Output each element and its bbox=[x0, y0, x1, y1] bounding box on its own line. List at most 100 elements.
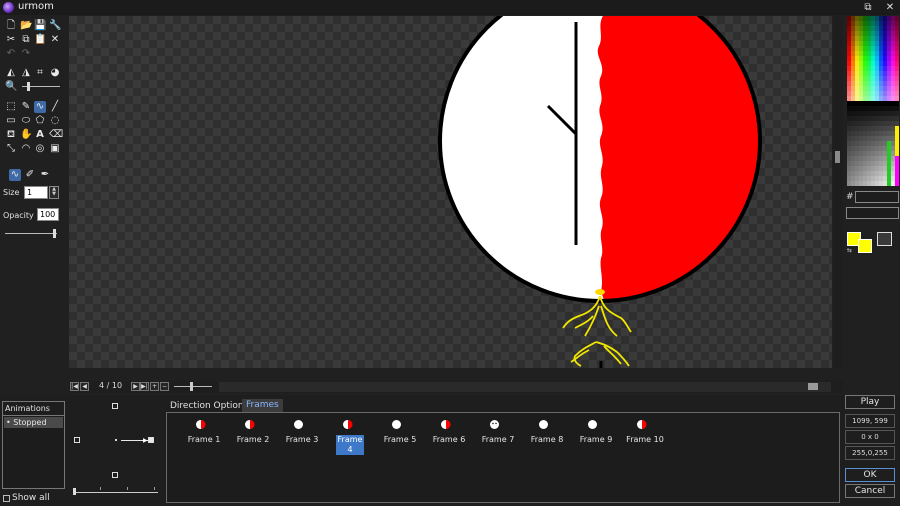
speed-slider-knob[interactable] bbox=[73, 488, 76, 495]
redo-icon[interactable]: ↷ bbox=[20, 48, 32, 60]
show-all-checkbox[interactable] bbox=[3, 495, 10, 502]
frame-item[interactable]: Frame 7 bbox=[475, 417, 521, 447]
add-frame-button[interactable]: + bbox=[150, 382, 159, 391]
frame-item[interactable]: Frame 6 bbox=[426, 417, 472, 447]
play-button[interactable]: Play bbox=[845, 395, 895, 409]
zoom-slider-knob[interactable] bbox=[27, 82, 30, 91]
opacity-slider-track[interactable] bbox=[5, 233, 57, 234]
speed-slider-tick bbox=[154, 487, 155, 490]
frame-label: Frame 10 bbox=[626, 435, 664, 444]
swap-colors-icon[interactable]: ⇆ bbox=[847, 247, 852, 254]
frame-label: Frame 2 bbox=[236, 435, 270, 444]
frame-item[interactable]: Frame 8 bbox=[524, 417, 570, 447]
speed-slider-tick bbox=[100, 487, 101, 490]
fill-bucket-icon[interactable]: ⛾ bbox=[5, 129, 17, 141]
polygon-icon[interactable]: ⬠ bbox=[34, 115, 46, 127]
timeline-nav-row: |◀ ◀ 4 / 10 ▶ ▶| + − bbox=[69, 381, 843, 393]
cut-icon[interactable]: ✂ bbox=[5, 34, 17, 46]
eraser-icon[interactable]: ⌫ bbox=[49, 129, 63, 141]
frame-item[interactable]: Frame 1 bbox=[181, 417, 227, 447]
delete-icon[interactable]: ✕ bbox=[49, 34, 61, 46]
cancel-button[interactable]: Cancel bbox=[845, 484, 895, 498]
color-name-input[interactable] bbox=[846, 207, 899, 219]
direction-handle-left[interactable] bbox=[74, 437, 80, 443]
target-icon[interactable]: ◎ bbox=[34, 143, 46, 155]
copy-icon[interactable]: ⧉ bbox=[20, 34, 32, 46]
first-frame-button[interactable]: |◀ bbox=[70, 382, 79, 391]
color-palette[interactable] bbox=[847, 16, 899, 186]
timeline-zoom-knob[interactable] bbox=[190, 382, 193, 391]
frame-thumbnail bbox=[637, 420, 647, 429]
ok-button[interactable]: OK bbox=[845, 468, 895, 482]
new-file-icon[interactable]: 🗋 bbox=[5, 20, 17, 32]
zoom-icon[interactable]: 🔍 bbox=[5, 81, 17, 93]
restore-icon[interactable]: ⧉ bbox=[861, 1, 875, 14]
tab-direction-options[interactable]: Direction Options bbox=[170, 401, 248, 411]
lasso-icon[interactable]: ◌ bbox=[49, 115, 61, 127]
direction-handle-down[interactable] bbox=[112, 472, 118, 478]
frame-item[interactable]: Frame 3 bbox=[279, 417, 325, 447]
next-frame-button[interactable]: ▶ bbox=[131, 382, 140, 391]
flip-icon[interactable]: ◭ bbox=[5, 67, 17, 79]
tab-frames[interactable]: Frames bbox=[242, 399, 283, 412]
show-all-label: Show all bbox=[12, 493, 50, 503]
hex-color-input[interactable] bbox=[855, 191, 899, 203]
paste-icon[interactable]: 📋 bbox=[34, 34, 46, 46]
horizontal-scrollbar[interactable] bbox=[219, 382, 831, 392]
animation-item-stopped[interactable]: • Stopped bbox=[4, 417, 63, 428]
rectangle-icon[interactable]: ▭ bbox=[5, 115, 17, 127]
brush-mode-normal-icon[interactable]: ∿ bbox=[9, 169, 21, 181]
color-adjust-icon[interactable]: ◕ bbox=[49, 67, 61, 79]
frame-label: Frame 4 bbox=[336, 435, 364, 455]
opacity-slider-knob[interactable] bbox=[53, 229, 56, 238]
ellipse-icon[interactable]: ⬭ bbox=[20, 115, 32, 127]
brush-mode-pen-icon[interactable]: ✒ bbox=[39, 169, 51, 181]
rotate-icon[interactable]: ◮ bbox=[20, 67, 32, 79]
line-icon[interactable]: ╱ bbox=[49, 101, 61, 113]
open-folder-icon[interactable]: 📂 bbox=[20, 20, 32, 32]
animation-panel: Animations • Stopped Show all ▶ Directio… bbox=[0, 395, 900, 506]
curve-icon[interactable]: ◠ bbox=[20, 143, 32, 155]
frame-label: Frame 5 bbox=[383, 435, 417, 444]
prev-frame-button[interactable]: ◀ bbox=[80, 382, 89, 391]
measure-icon[interactable]: ⤡ bbox=[5, 143, 17, 155]
speed-slider-tick bbox=[127, 487, 128, 490]
text-icon[interactable]: A bbox=[34, 129, 46, 141]
eyedropper-icon[interactable]: ✎ bbox=[20, 101, 32, 113]
vertical-scroll-thumb[interactable] bbox=[835, 151, 840, 163]
frame-item[interactable]: Frame 10 bbox=[622, 417, 668, 447]
last-frame-button[interactable]: ▶| bbox=[140, 382, 149, 391]
secondary-color-swatch[interactable] bbox=[858, 239, 872, 253]
frame-item[interactable]: Frame 4 bbox=[328, 417, 374, 455]
freehand-icon[interactable]: ∿ bbox=[34, 101, 46, 113]
vertical-scrollbar[interactable] bbox=[833, 16, 843, 368]
save-icon[interactable]: 💾 bbox=[34, 20, 46, 32]
palette-panel: # ⇆ bbox=[844, 16, 900, 400]
frame-item[interactable]: Frame 2 bbox=[230, 417, 276, 447]
undo-icon[interactable]: ↶ bbox=[5, 48, 17, 60]
drawing-canvas[interactable] bbox=[69, 16, 832, 368]
window-title: urmom bbox=[18, 1, 54, 12]
crop-icon[interactable]: ⌗ bbox=[34, 67, 46, 79]
size-spinner[interactable]: ▲ ▼ bbox=[49, 186, 59, 199]
opacity-input[interactable]: 100 bbox=[37, 208, 59, 221]
speed-slider-track[interactable] bbox=[74, 492, 158, 493]
horizontal-scroll-thumb[interactable] bbox=[808, 383, 818, 390]
transparent-color-swatch[interactable] bbox=[877, 232, 892, 246]
close-icon[interactable]: ✕ bbox=[883, 1, 897, 14]
wrench-icon[interactable]: 🔧 bbox=[49, 20, 61, 32]
frame-label: Frame 7 bbox=[481, 435, 515, 444]
frame-label: Frame 6 bbox=[432, 435, 466, 444]
frame-item[interactable]: Frame 5 bbox=[377, 417, 423, 447]
timeline-zoom-track[interactable] bbox=[174, 386, 212, 387]
canvas-artwork bbox=[438, 16, 762, 368]
size-input[interactable]: 1 bbox=[24, 186, 48, 199]
remove-frame-button[interactable]: − bbox=[160, 382, 169, 391]
brush-mode-soft-icon[interactable]: ✐ bbox=[24, 169, 36, 181]
frame-item[interactable]: Frame 9 bbox=[573, 417, 619, 447]
frame-thumbnail bbox=[343, 420, 353, 429]
direction-handle-up[interactable] bbox=[112, 403, 118, 409]
hand-icon[interactable]: ✋ bbox=[20, 129, 32, 141]
frame-icon[interactable]: ▣ bbox=[49, 143, 61, 155]
select-rect-icon[interactable]: ⬚ bbox=[5, 101, 17, 113]
